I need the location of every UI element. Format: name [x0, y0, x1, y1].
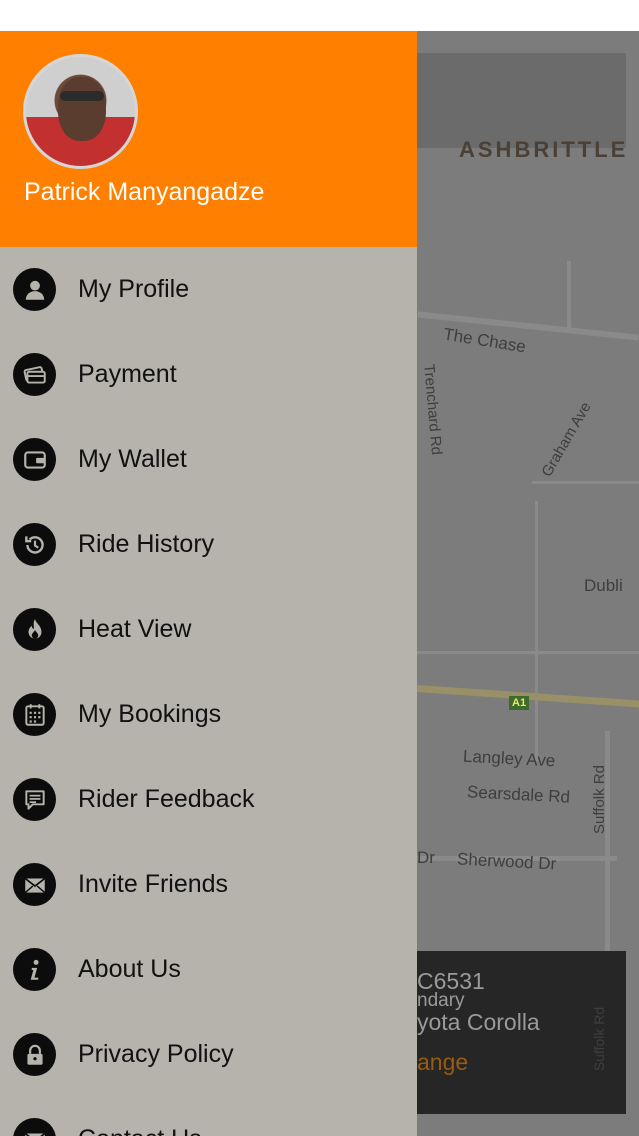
map-label-suffolk-lower: Suffolk Rd — [591, 1006, 608, 1072]
side-drawer: Patrick Manyangadze My Profile Payment M… — [0, 31, 417, 1136]
map-label-suffolk: Suffolk Rd — [590, 765, 608, 834]
map-road — [532, 481, 639, 484]
menu-item-my-profile[interactable]: My Profile — [0, 247, 417, 332]
flame-icon — [13, 608, 56, 651]
menu-label: Ride History — [78, 530, 215, 558]
menu-label: Contact Us — [78, 1125, 202, 1136]
menu-label: My Wallet — [78, 445, 187, 473]
map-label-chase: The Chase — [442, 324, 528, 357]
feedback-icon — [13, 778, 56, 821]
menu-label: My Profile — [78, 275, 190, 303]
map-label-langley: Langley Ave — [462, 746, 556, 771]
menu-item-my-wallet[interactable]: My Wallet — [0, 417, 417, 502]
envelope-icon — [13, 863, 56, 906]
map-label-graham: Graham Ave — [538, 399, 595, 480]
map-label-searsdale: Searsdale Rd — [466, 782, 571, 807]
drawer-header: Patrick Manyangadze — [0, 31, 417, 247]
menu-item-contact-us[interactable]: Contact Us — [0, 1097, 417, 1136]
map-label-trenchard: Trenchard Rd — [420, 363, 446, 456]
status-bar — [0, 0, 639, 31]
menu-label: Rider Feedback — [78, 785, 255, 813]
menu-item-invite-friends[interactable]: Invite Friends — [0, 842, 417, 927]
menu-label: Invite Friends — [78, 870, 229, 898]
avatar-face — [58, 77, 106, 141]
map-label-dublin: Dubli — [584, 576, 623, 595]
menu-label: About Us — [78, 955, 181, 983]
drawer-menu: My Profile Payment My Wallet Ride Histor… — [0, 247, 417, 1136]
menu-label: Payment — [78, 360, 177, 388]
menu-label: Heat View — [78, 615, 192, 643]
map-label-area: ASHBRITTLE — [459, 137, 629, 162]
map-label-sherwood: Sherwood Dr — [456, 849, 557, 874]
road-shield: A1 — [509, 696, 530, 710]
avatar-goggles — [60, 91, 104, 101]
menu-item-rider-feedback[interactable]: Rider Feedback — [0, 757, 417, 842]
credit-card-icon — [13, 353, 56, 396]
user-name: Patrick Manyangadze — [24, 178, 265, 206]
car-model: yota Corolla — [417, 1009, 540, 1035]
menu-item-privacy-policy[interactable]: Privacy Policy — [0, 1012, 417, 1097]
menu-item-payment[interactable]: Payment — [0, 332, 417, 417]
map-road — [417, 651, 639, 654]
map-view[interactable]: ASHBRITTLE The Chase Trenchard Rd Graham… — [417, 31, 639, 1136]
map-top-bar — [417, 53, 626, 148]
map-road — [535, 501, 538, 761]
map-label-dr: Dr — [417, 848, 435, 867]
user-icon — [13, 268, 56, 311]
map-road — [567, 261, 571, 331]
contact-icon — [13, 1118, 56, 1136]
avatar[interactable] — [23, 54, 138, 169]
menu-item-my-bookings[interactable]: My Bookings — [0, 672, 417, 757]
calendar-icon — [13, 693, 56, 736]
history-icon — [13, 523, 56, 566]
change-car-link[interactable]: ange — [417, 1049, 468, 1076]
menu-label: My Bookings — [78, 700, 222, 728]
menu-item-ride-history[interactable]: Ride History — [0, 502, 417, 587]
wallet-icon — [13, 438, 56, 481]
menu-item-heat-view[interactable]: Heat View — [0, 587, 417, 672]
info-icon — [13, 948, 56, 991]
lock-icon — [13, 1033, 56, 1076]
menu-label: Privacy Policy — [78, 1040, 234, 1068]
menu-item-about-us[interactable]: About Us — [0, 927, 417, 1012]
